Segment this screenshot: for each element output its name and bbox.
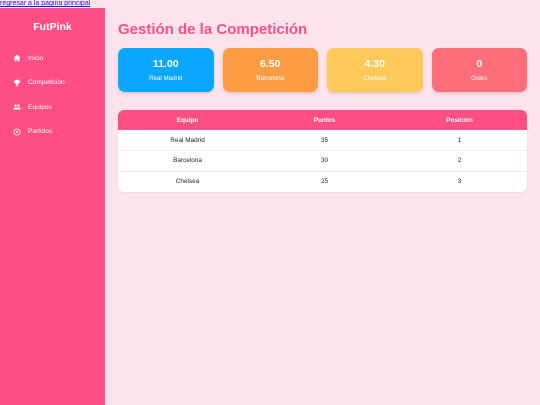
stat-card-chelsea: 4.30 Chelsea: [327, 48, 423, 92]
stat-label: Goles: [471, 75, 488, 82]
sidebar-item-partidos[interactable]: Partidos: [0, 126, 105, 138]
stat-value: 0: [476, 58, 483, 70]
sidebar-item-competicion[interactable]: Competición: [0, 77, 105, 89]
column-header-equipo: Equipo: [176, 116, 199, 124]
home-icon: [13, 54, 21, 62]
main-content: Gestión de la Competición 11.00 Real Mad…: [118, 8, 528, 192]
stat-card-barcelona: 6.50 Barcelona: [222, 48, 318, 92]
stat-value: 6.50: [260, 58, 281, 70]
table-row: Barcelona 30 2: [118, 150, 527, 171]
soccer-ball-icon: [13, 128, 21, 136]
stat-card-real-madrid: 11.00 Real Madrid: [118, 48, 214, 92]
cell-points: 25: [257, 170, 393, 192]
cell-position: 3: [392, 170, 527, 192]
stat-card-goles: 0 Goles: [431, 48, 527, 92]
table-header-row: Equipo Puntos Posición: [118, 110, 527, 130]
standings-table: Equipo Puntos Posición Real Madrid 35 1 …: [118, 110, 527, 192]
cell-position: 2: [392, 150, 527, 171]
sidebar-item-inicio[interactable]: Inicio: [0, 52, 105, 64]
sidebar-item-equipos[interactable]: Equipos: [0, 101, 105, 113]
stat-value: 4.30: [364, 58, 385, 70]
stat-value: 11.00: [152, 58, 179, 70]
cell-position: 1: [457, 136, 462, 144]
stat-label: Chelsea: [363, 75, 387, 82]
trophy-icon: [13, 79, 21, 87]
stat-label: Barcelona: [256, 75, 285, 82]
users-icon: [13, 103, 21, 111]
cell-team: Chelsea: [118, 170, 258, 192]
column-header-posicion: Posición: [446, 116, 473, 124]
table-row: Real Madrid 35 1: [118, 130, 527, 151]
page-title: Gestión de la Competición: [118, 21, 308, 38]
sidebar-item-label: Competición: [28, 79, 65, 86]
back-to-home-link[interactable]: regresar a la pagina principal: [0, 0, 90, 8]
column-header-puntos: Puntos: [313, 116, 336, 124]
stat-label: Real Madrid: [149, 75, 183, 82]
table-row: Chelsea 25 3: [118, 170, 527, 192]
brand-title: FutPink: [33, 21, 72, 33]
sidebar: FutPink Inicio Competición Equipos Parti…: [0, 8, 105, 405]
cell-team: Barcelona: [118, 150, 258, 171]
sidebar-item-label: Partidos: [28, 128, 53, 135]
sidebar-item-label: Equipos: [28, 103, 52, 111]
cell-team: Real Madrid: [170, 136, 205, 144]
stats-cards: 11.00 Real Madrid 6.50 Barcelona 4.30 Ch…: [118, 48, 528, 92]
sidebar-item-label: Inicio: [28, 54, 44, 62]
cell-points: 35: [320, 136, 329, 144]
cell-points: 30: [257, 150, 393, 171]
